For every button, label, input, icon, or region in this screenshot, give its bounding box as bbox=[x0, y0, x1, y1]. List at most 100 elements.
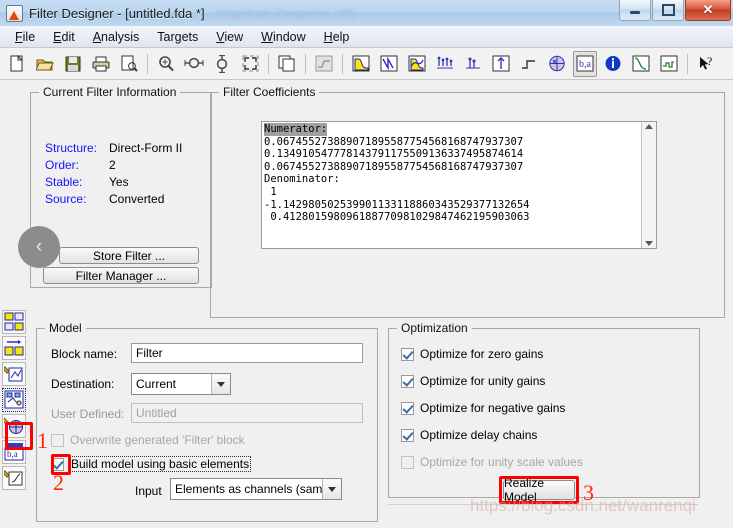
optimize-unity-gains-checkbox[interactable] bbox=[401, 374, 414, 388]
toolbar-separator bbox=[687, 53, 688, 74]
destination-dropdown[interactable]: Current bbox=[131, 373, 231, 395]
optimize-delay-chains-label: Optimize delay chains bbox=[420, 428, 538, 442]
toolbar-separator bbox=[268, 53, 269, 74]
overwrite-generated-block-row[interactable]: Overwrite generated 'Filter' block bbox=[51, 433, 245, 447]
full-view-icon[interactable] bbox=[238, 51, 262, 77]
optimize-delay-chains-row[interactable]: Optimize delay chains bbox=[401, 428, 537, 442]
optimize-unity-scale-values-row[interactable]: Optimize for unity scale values bbox=[401, 455, 583, 469]
overwrite-generated-block-checkbox[interactable] bbox=[51, 433, 64, 447]
filter-coefficients-text: Numerator: 0.067455273889071895587754568… bbox=[262, 122, 641, 248]
optimization-legend: Optimization bbox=[397, 321, 472, 335]
optimize-negative-gains-checkbox[interactable] bbox=[401, 401, 414, 415]
overwrite-generated-block-label: Overwrite generated 'Filter' block bbox=[70, 433, 245, 447]
optimize-delay-chains-checkbox[interactable] bbox=[401, 428, 414, 442]
optimize-unity-gains-label: Optimize for unity gains bbox=[420, 374, 546, 388]
annotation-number-1: 1 bbox=[37, 428, 48, 453]
optimize-unity-scale-values-label: Optimize for unity scale values bbox=[420, 455, 583, 469]
title-bar: Filter Designer - [untitled.fda *] Magni… bbox=[0, 0, 733, 27]
toolbar-separator bbox=[305, 53, 306, 74]
optimize-zero-gains-label: Optimize for zero gains bbox=[420, 347, 544, 361]
optimize-negative-gains-row[interactable]: Optimize for negative gains bbox=[401, 401, 565, 415]
coefficients-num-line-3: 0.06745527388907189558775456816874793730… bbox=[264, 160, 524, 173]
chevron-down-icon[interactable] bbox=[211, 374, 230, 394]
round-off-noise-icon[interactable] bbox=[657, 51, 681, 77]
structure-value: Direct-Form II bbox=[109, 141, 183, 155]
print-preview-icon[interactable] bbox=[117, 51, 141, 77]
impulse-response-icon[interactable] bbox=[489, 51, 513, 77]
input-dropdown[interactable]: Elements as channels (sample ba... bbox=[170, 478, 342, 500]
build-model-basic-elements-label: Build model using basic elements bbox=[68, 456, 252, 472]
chevron-left-icon: ‹ bbox=[35, 236, 43, 257]
menu-analysis[interactable]: Analysis bbox=[84, 28, 149, 46]
build-model-basic-elements-row[interactable]: Build model using basic elements bbox=[51, 456, 252, 472]
optimize-unity-gains-row[interactable]: Optimize for unity gains bbox=[401, 374, 545, 388]
menu-view[interactable]: View bbox=[207, 28, 252, 46]
coefficients-den-line-1: 1 bbox=[264, 185, 277, 198]
menu-window[interactable]: Window bbox=[252, 28, 314, 46]
context-help-icon[interactable]: ? bbox=[694, 51, 718, 77]
annotation-box-1 bbox=[5, 422, 33, 450]
block-name-label: Block name: bbox=[51, 347, 118, 361]
phase-delay-icon[interactable] bbox=[461, 51, 485, 77]
sidebar-item-realize-model[interactable] bbox=[2, 388, 26, 412]
annotation-number-2: 2 bbox=[53, 470, 64, 495]
workspace: b,a Current Filter Information Structure… bbox=[0, 80, 733, 528]
chevron-down-icon[interactable] bbox=[322, 479, 341, 499]
coefficients-scrollbar[interactable] bbox=[641, 122, 656, 248]
current-filter-information-panel: Current Filter Information Structure: Di… bbox=[30, 85, 212, 288]
order-label: Order: bbox=[45, 158, 80, 172]
save-icon[interactable] bbox=[61, 51, 85, 77]
close-button[interactable]: ✕ bbox=[685, 0, 731, 21]
store-filter-button[interactable]: Store Filter ... bbox=[59, 247, 199, 264]
menu-edit[interactable]: Edit bbox=[44, 28, 84, 46]
magnitude-estimate-icon[interactable] bbox=[629, 51, 653, 77]
filter-information-icon[interactable] bbox=[601, 51, 625, 77]
scroll-down-icon[interactable] bbox=[645, 241, 653, 246]
sidebar-item-quantize-filter[interactable] bbox=[2, 362, 26, 386]
step-response-icon[interactable] bbox=[517, 51, 541, 77]
magnitude-response-icon[interactable] bbox=[349, 51, 373, 77]
open-icon[interactable] bbox=[33, 51, 57, 77]
zoom-y-icon[interactable] bbox=[210, 51, 234, 77]
copy-figure-icon[interactable] bbox=[275, 51, 299, 77]
group-delay-icon[interactable] bbox=[433, 51, 457, 77]
source-label: Source: bbox=[45, 192, 87, 206]
filter-coefficients-icon[interactable]: b,a bbox=[573, 50, 597, 77]
filter-spec-icon[interactable] bbox=[312, 51, 336, 77]
phase-response-icon[interactable] bbox=[377, 51, 401, 77]
coefficients-denominator-header: Denominator: bbox=[264, 173, 340, 186]
filter-manager-button[interactable]: Filter Manager ... bbox=[43, 267, 199, 284]
collapse-panel-button[interactable]: ‹ bbox=[18, 226, 60, 268]
optimize-unity-scale-values-checkbox[interactable] bbox=[401, 455, 414, 469]
filter-coefficients-textbox[interactable]: Numerator: 0.067455273889071895587754568… bbox=[261, 121, 657, 249]
scroll-up-icon[interactable] bbox=[645, 124, 653, 129]
zoom-in-icon[interactable] bbox=[154, 51, 178, 77]
maximize-button[interactable] bbox=[652, 0, 684, 21]
magnitude-phase-icon[interactable] bbox=[405, 51, 429, 77]
left-sidebar: b,a bbox=[0, 310, 28, 492]
print-icon[interactable] bbox=[89, 51, 113, 77]
minimize-button[interactable] bbox=[619, 0, 651, 21]
destination-label: Destination: bbox=[51, 377, 115, 391]
coefficients-den-line-2: -1.1429805025399011331188603435293771326… bbox=[264, 198, 530, 211]
block-name-input[interactable]: Filter bbox=[131, 343, 363, 363]
filter-coefficients-legend: Filter Coefficients bbox=[219, 85, 320, 99]
window-controls: ✕ bbox=[618, 0, 731, 21]
new-icon[interactable] bbox=[5, 51, 29, 77]
coefficients-num-line-1: 0.06745527388907189558775456816874793730… bbox=[264, 135, 524, 148]
filter-designer-window: Filter Designer - [untitled.fda *] Magni… bbox=[0, 0, 733, 528]
optimize-zero-gains-row[interactable]: Optimize for zero gains bbox=[401, 347, 543, 361]
menu-file[interactable]: File bbox=[6, 28, 44, 46]
current-filter-information-legend: Current Filter Information bbox=[39, 85, 181, 99]
pole-zero-icon[interactable] bbox=[545, 51, 569, 77]
coefficients-numerator-header: Numerator: bbox=[264, 123, 328, 136]
structure-label: Structure: bbox=[45, 141, 98, 155]
toolbar-separator bbox=[147, 53, 148, 74]
sidebar-item-pole-zero-editor[interactable] bbox=[2, 466, 26, 490]
menu-help[interactable]: Help bbox=[315, 28, 359, 46]
optimize-zero-gains-checkbox[interactable] bbox=[401, 347, 414, 361]
sidebar-item-design-filter[interactable] bbox=[2, 310, 26, 334]
zoom-x-icon[interactable] bbox=[182, 51, 206, 77]
menu-targets[interactable]: Targets bbox=[148, 28, 207, 46]
sidebar-item-import-filter[interactable] bbox=[2, 336, 26, 360]
